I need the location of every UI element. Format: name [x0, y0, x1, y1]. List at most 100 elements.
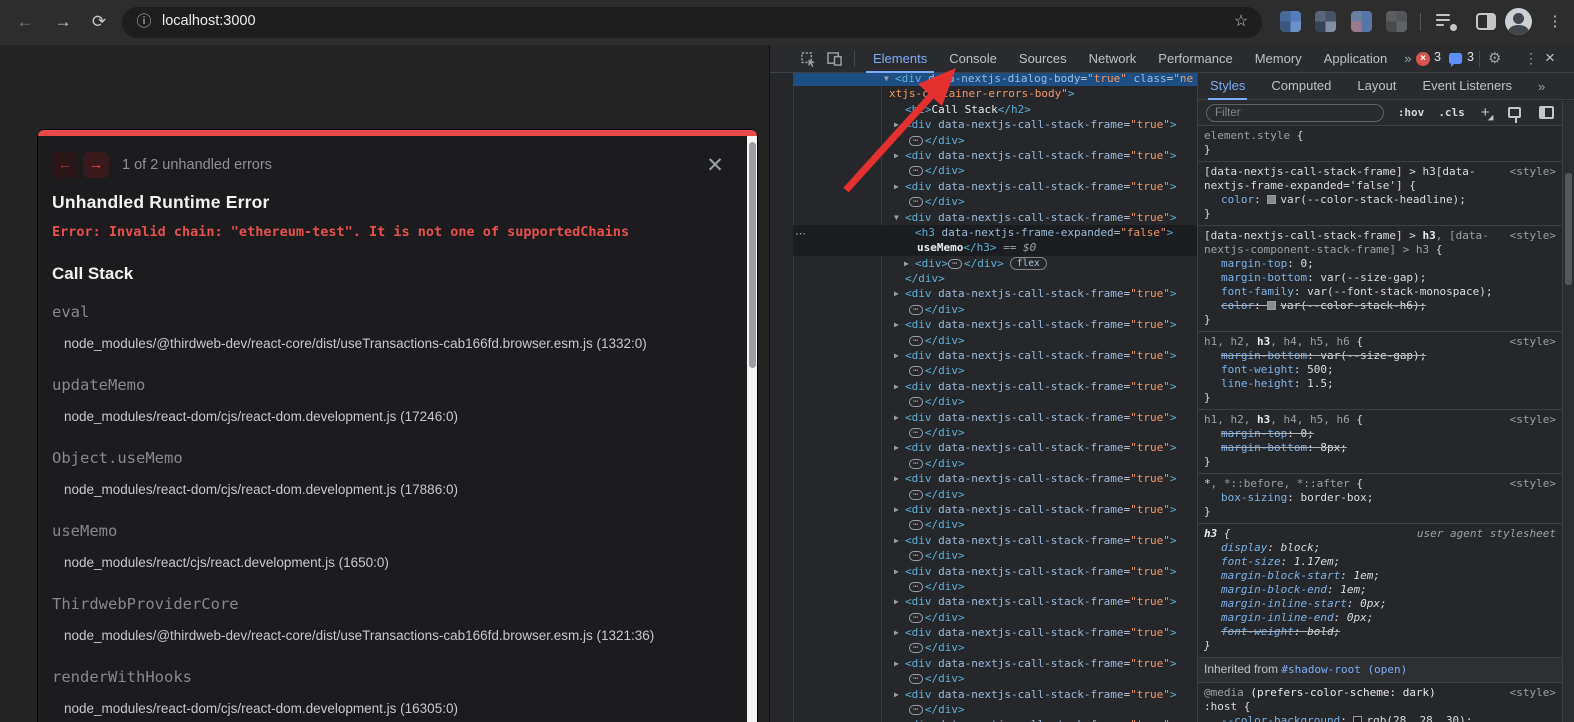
elements-tree-row[interactable]: ⋯</div> — [793, 302, 1197, 317]
property-value[interactable]: 1em — [1340, 583, 1360, 596]
elements-tree-row[interactable]: ⋯</div> — [793, 548, 1197, 563]
styles-scrollbar[interactable] — [1562, 101, 1574, 722]
property-value[interactable]: var(--size-gap) — [1320, 349, 1419, 362]
css-property[interactable]: display: block; — [1204, 541, 1514, 555]
rule-selector[interactable]: :host { — [1204, 700, 1514, 714]
devtools-tab-elements[interactable]: Elements — [862, 45, 938, 73]
elements-tree-row[interactable]: ⋯</div> — [793, 133, 1197, 148]
elements-tree-row[interactable]: ▶<div data-nextjs-call-stack-frame="true… — [793, 379, 1197, 394]
toggle-element-classes[interactable]: .cls — [1438, 106, 1465, 119]
devtools-tab-performance[interactable]: Performance — [1147, 45, 1243, 73]
property-name[interactable]: margin-top — [1221, 427, 1287, 440]
property-value[interactable]: var(--color-stack-headline) — [1280, 193, 1459, 206]
property-value[interactable]: 500 — [1307, 363, 1327, 376]
expand-arrow-icon[interactable]: ▶ — [894, 117, 899, 132]
property-value[interactable]: var(--size-gap) — [1320, 271, 1419, 284]
devtools-tab-console[interactable]: Console — [938, 45, 1008, 73]
toggle-hover-state[interactable]: :hov — [1398, 106, 1425, 119]
styles-tab-event-listeners[interactable]: Event Listeners — [1422, 73, 1512, 99]
collapsed-content-icon[interactable]: ⋯ — [909, 705, 923, 715]
expand-arrow-icon[interactable]: ▶ — [894, 656, 899, 671]
elements-tree-row[interactable]: ▶<div data-nextjs-call-stack-frame="true… — [793, 117, 1197, 132]
inspect-element-icon[interactable] — [798, 50, 818, 68]
call-stack-frame[interactable]: Object.useMemonode_modules/react-dom/cjs… — [52, 449, 727, 522]
css-property[interactable]: font-weight: 500; — [1204, 363, 1514, 377]
elements-tree-row[interactable]: ▶<div>⋯</div>flex — [793, 256, 1197, 271]
stylesheet-source-link[interactable]: <style> — [1510, 686, 1556, 700]
side-panel-icon[interactable] — [1476, 13, 1496, 30]
media-controls-icon[interactable] — [1436, 13, 1458, 31]
more-tabs-icon[interactable]: » — [1538, 79, 1545, 94]
elements-tree-row[interactable]: <h3 data-nextjs-frame-expanded="false"> — [793, 225, 1197, 240]
property-name[interactable]: font-size — [1221, 555, 1281, 568]
expand-arrow-icon[interactable]: ▶ — [894, 379, 899, 394]
shadow-root-link[interactable]: #shadow-root (open) — [1281, 663, 1407, 676]
styles-scrollbar-thumb[interactable] — [1565, 173, 1572, 285]
elements-tree-row[interactable]: ▶<div data-nextjs-call-stack-frame="true… — [793, 317, 1197, 332]
css-property[interactable]: --color-background: rgb(28, 28, 30); — [1204, 714, 1514, 722]
elements-tree-row[interactable]: ⋯</div> — [793, 517, 1197, 532]
property-value[interactable]: bold — [1307, 625, 1334, 638]
expand-arrow-icon[interactable]: ▶ — [894, 471, 899, 486]
color-swatch[interactable] — [1267, 301, 1276, 310]
expand-arrow-icon[interactable]: ▶ — [894, 440, 899, 455]
stylesheet-source-link[interactable]: user agent stylesheet — [1417, 527, 1556, 541]
elements-tree-row[interactable]: ▶<div data-nextjs-call-stack-frame="true… — [793, 625, 1197, 640]
rule-selector[interactable]: h1, h2, h3, h4, h5, h6 { — [1204, 413, 1514, 427]
site-info-icon[interactable]: ⓘ — [134, 12, 154, 32]
style-rule[interactable]: element.style {} — [1198, 126, 1562, 162]
error-count[interactable]: 3 — [1434, 50, 1441, 64]
elements-tree-row[interactable]: ⋯</div> — [793, 640, 1197, 655]
overlay-close-icon[interactable]: ✕ — [703, 154, 727, 178]
elements-tree-row[interactable]: ⋯</div> — [793, 163, 1197, 178]
devtools-close-icon[interactable]: × — [1545, 48, 1555, 68]
css-property[interactable]: margin-block-end: 1em; — [1204, 583, 1514, 597]
devtools-tab-application[interactable]: Application — [1313, 45, 1399, 73]
css-property[interactable]: margin-top: 0; — [1204, 257, 1514, 271]
property-name[interactable]: margin-top — [1221, 257, 1287, 270]
bookmark-star-icon[interactable]: ☆ — [1230, 11, 1252, 33]
address-bar[interactable]: ⓘ localhost:3000 ☆ — [122, 7, 1262, 38]
computed-sidebar-icon[interactable] — [1539, 106, 1554, 119]
css-property[interactable]: line-height: 1.5; — [1204, 377, 1514, 391]
elements-tree-row[interactable]: ⋯</div> — [793, 333, 1197, 348]
property-name[interactable]: margin-block-end — [1221, 583, 1327, 596]
collapsed-content-icon[interactable]: ⋯ — [909, 305, 923, 315]
style-rule[interactable]: user agent stylesheeth3 {display: block;… — [1198, 524, 1562, 658]
collapsed-content-icon[interactable]: ⋯ — [909, 643, 923, 653]
rule-selector[interactable]: h1, h2, h3, h4, h5, h6 { — [1204, 335, 1514, 349]
styles-tab-computed[interactable]: Computed — [1271, 73, 1331, 99]
forward-icon[interactable]: → — [50, 9, 76, 35]
css-property[interactable]: color: var(--color-stack-headline); — [1204, 193, 1514, 207]
stylesheet-source-link[interactable]: <style> — [1510, 477, 1556, 491]
expand-arrow-icon[interactable]: ▶ — [894, 533, 899, 548]
property-value[interactable]: var(--color-stack-h6) — [1280, 299, 1419, 312]
css-property[interactable]: margin-top: 0; — [1204, 427, 1514, 441]
css-property[interactable]: margin-bottom: var(--size-gap); — [1204, 271, 1514, 285]
rendering-emulation-icon[interactable] — [1508, 107, 1522, 118]
console-errors-icon[interactable]: × — [1416, 52, 1430, 66]
property-name[interactable]: display — [1221, 541, 1267, 554]
styles-filter-input[interactable] — [1206, 104, 1384, 122]
collapsed-content-icon[interactable]: ⋯ — [909, 336, 923, 346]
previous-error-button[interactable]: ← — [52, 152, 78, 178]
collapsed-content-icon[interactable]: ⋯ — [909, 520, 923, 530]
property-value[interactable]: block — [1281, 541, 1314, 554]
collapsed-content-icon[interactable]: ⋯ — [909, 136, 923, 146]
extension-icon-1[interactable] — [1280, 11, 1301, 32]
expand-arrow-icon[interactable]: ▶ — [894, 286, 899, 301]
elements-tree-row[interactable]: ▶<div data-nextjs-call-stack-frame="true… — [793, 348, 1197, 363]
elements-tree-row[interactable]: ⋯</div> — [793, 579, 1197, 594]
property-name[interactable]: margin-inline-start — [1221, 597, 1347, 610]
collapsed-content-icon[interactable]: ⋯ — [909, 428, 923, 438]
collapse-arrow-icon[interactable]: ▼ — [884, 73, 889, 86]
rule-selector[interactable]: [data-nextjs-call-stack-frame] > h3[data… — [1204, 165, 1514, 193]
expand-arrow-icon[interactable]: ▶ — [894, 410, 899, 425]
stylesheet-source-link[interactable]: <style> — [1510, 413, 1556, 427]
settings-gear-icon[interactable]: ⚙ — [1488, 49, 1501, 67]
elements-tree-row[interactable]: ▶<div data-nextjs-call-stack-frame="true… — [793, 533, 1197, 548]
call-stack-frame[interactable]: renderWithHooksnode_modules/react-dom/cj… — [52, 668, 727, 722]
style-rule[interactable]: <style>*, *::before, *::after {box-sizin… — [1198, 474, 1562, 524]
property-value[interactable]: 1.17em — [1294, 555, 1334, 568]
property-name[interactable]: margin-inline-end — [1221, 611, 1334, 624]
